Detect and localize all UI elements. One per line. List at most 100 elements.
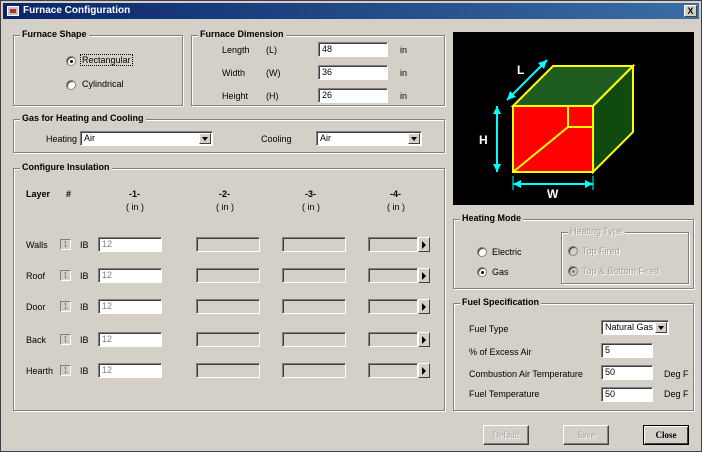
window-close-button[interactable]: X xyxy=(684,5,697,17)
insulation-row-door: Door 1 IB 12 xyxy=(14,299,444,315)
top-bottom-fired-radio[interactable] xyxy=(568,266,578,276)
furnace-diagram: L H W xyxy=(453,32,694,205)
layer-2-thickness-input[interactable] xyxy=(196,332,260,347)
layer-3-thickness-input[interactable] xyxy=(282,237,346,252)
layer-count-box[interactable]: 1 xyxy=(60,270,71,281)
layer-2-thickness-input[interactable] xyxy=(196,237,260,252)
layer-2-thickness-input[interactable] xyxy=(196,268,260,283)
layer-4-thickness-input[interactable] xyxy=(368,332,418,347)
gas-group: Gas for Heating and Cooling Heating Air … xyxy=(13,113,445,153)
layer-1-thickness-input[interactable]: 12 xyxy=(98,268,162,283)
column-3-unit: ( in ) xyxy=(302,202,320,212)
layer-3-thickness-input[interactable] xyxy=(282,332,346,347)
row-label: Walls xyxy=(26,240,48,250)
combustion-air-temp-input[interactable]: 50 xyxy=(601,365,653,380)
next-layer-arrow-icon[interactable] xyxy=(418,363,430,378)
insulation-title: Configure Insulation xyxy=(20,162,112,172)
insulation-row-back: Back 1 IB 12 xyxy=(14,332,444,348)
top-fired-radio[interactable] xyxy=(568,246,578,256)
excess-air-label: % of Excess Air xyxy=(469,347,532,357)
gas-radio[interactable] xyxy=(477,267,487,277)
row-label: Door xyxy=(26,302,46,312)
fuel-temp-label: Fuel Temperature xyxy=(469,389,540,399)
column-1-unit: ( in ) xyxy=(126,202,144,212)
layer-4-thickness-input[interactable] xyxy=(368,299,418,314)
row-label: Roof xyxy=(26,271,46,281)
heating-gas-value: Air xyxy=(84,133,95,143)
material-label: IB xyxy=(80,366,89,376)
width-unit: in xyxy=(400,68,408,78)
furnace-shape-title: Furnace Shape xyxy=(20,29,89,39)
column-2-header: -2- xyxy=(219,189,230,199)
layer-count-box[interactable]: 1 xyxy=(60,239,71,250)
layer-count-box[interactable]: 1 xyxy=(60,365,71,376)
length-symbol: (L) xyxy=(266,45,277,55)
cylindrical-label: Cylindrical xyxy=(82,79,124,89)
cooling-gas-dropdown-icon[interactable] xyxy=(408,133,420,144)
top-fired-label: Top Fired xyxy=(582,246,620,256)
heating-mode-title: Heating Mode xyxy=(460,213,524,223)
length-input[interactable]: 48 xyxy=(318,42,388,57)
fuel-type-dropdown-icon[interactable] xyxy=(655,322,667,333)
material-label: IB xyxy=(80,302,89,312)
fuel-specification-title: Fuel Specification xyxy=(460,297,542,307)
material-label: IB xyxy=(80,271,89,281)
furnace-box-diagram: L H W xyxy=(479,59,636,201)
layer-1-thickness-input[interactable]: 12 xyxy=(98,299,162,314)
furnace-shape-group: Furnace Shape Rectangular Cylindrical xyxy=(13,29,183,106)
length-label: Length xyxy=(222,45,250,55)
width-arrowhead-right xyxy=(585,180,593,188)
layer-count-box[interactable]: 1 xyxy=(60,334,71,345)
close-button[interactable]: Close xyxy=(643,425,689,445)
layer-3-thickness-input[interactable] xyxy=(282,299,346,314)
cooling-gas-label: Cooling xyxy=(261,134,292,144)
window-title: Furnace Configuration xyxy=(23,5,131,16)
gas-title: Gas for Heating and Cooling xyxy=(20,113,146,123)
electric-label: Electric xyxy=(492,247,522,257)
excess-air-input[interactable]: 5 xyxy=(601,343,653,358)
layer-4-thickness-input[interactable] xyxy=(368,268,418,283)
layer-1-thickness-input[interactable]: 12 xyxy=(98,332,162,347)
height-arrowhead-top xyxy=(493,106,501,114)
next-layer-arrow-icon[interactable] xyxy=(418,237,430,252)
save-button[interactable]: Save xyxy=(563,425,609,445)
layer-4-thickness-input[interactable] xyxy=(368,363,418,378)
width-input[interactable]: 36 xyxy=(318,65,388,80)
insulation-row-walls: Walls 1 IB 12 xyxy=(14,237,444,253)
column-2-unit: ( in ) xyxy=(216,202,234,212)
cooling-gas-select[interactable]: Air xyxy=(316,131,422,146)
default-button[interactable]: Default xyxy=(483,425,529,445)
layer-2-thickness-input[interactable] xyxy=(196,363,260,378)
fuel-type-select[interactable]: Natural Gas xyxy=(601,320,669,335)
next-layer-arrow-icon[interactable] xyxy=(418,299,430,314)
width-symbol: (W) xyxy=(266,68,281,78)
app-icon xyxy=(7,6,19,16)
layer-2-thickness-input[interactable] xyxy=(196,299,260,314)
layer-3-thickness-input[interactable] xyxy=(282,268,346,283)
heating-gas-select[interactable]: Air xyxy=(80,131,213,146)
next-layer-arrow-icon[interactable] xyxy=(418,332,430,347)
electric-radio[interactable] xyxy=(477,247,487,257)
height-marker: H xyxy=(479,133,488,147)
height-symbol: (H) xyxy=(266,91,279,101)
layer-3-thickness-input[interactable] xyxy=(282,363,346,378)
rectangular-label: Rectangular xyxy=(80,54,133,66)
fuel-temp-input[interactable]: 50 xyxy=(601,387,653,402)
cylindrical-radio[interactable] xyxy=(66,80,76,90)
height-arrowhead-bottom xyxy=(493,164,501,172)
next-layer-arrow-icon[interactable] xyxy=(418,268,430,283)
layer-4-thickness-input[interactable] xyxy=(368,237,418,252)
layer-count-box[interactable]: 1 xyxy=(60,301,71,312)
rectangular-radio[interactable] xyxy=(66,56,76,66)
height-input[interactable]: 26 xyxy=(318,88,388,103)
layer-1-thickness-input[interactable]: 12 xyxy=(98,237,162,252)
fuel-temp-unit: Deg F xyxy=(664,389,689,399)
furnace-dimension-group: Furnace Dimension Length (L) 48 in Width… xyxy=(191,29,445,106)
title-bar[interactable]: Furnace Configuration X xyxy=(3,3,699,19)
furnace-configuration-window: Furnace Configuration X Furnace Shape Re… xyxy=(0,0,702,452)
fuel-type-value: Natural Gas xyxy=(605,322,654,332)
heating-gas-dropdown-icon[interactable] xyxy=(199,133,211,144)
gas-label: Gas xyxy=(492,267,509,277)
layer-1-thickness-input[interactable]: 12 xyxy=(98,363,162,378)
heating-type-title: Heating Type xyxy=(568,226,625,236)
